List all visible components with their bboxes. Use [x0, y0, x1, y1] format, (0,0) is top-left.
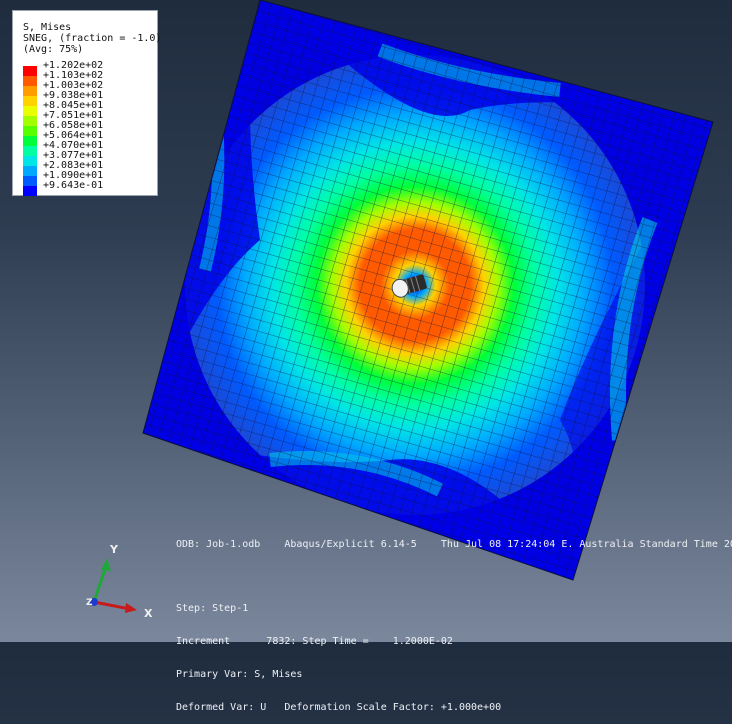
x-axis-arrowhead — [125, 603, 137, 613]
deformed-var-line: Deformed Var: U Deformation Scale Factor… — [176, 702, 502, 713]
legend-swatch — [23, 116, 37, 126]
legend-swatch — [23, 186, 37, 196]
legend-swatch — [23, 166, 37, 176]
x-axis-arrow — [93, 600, 131, 611]
x-axis-label: X — [144, 607, 153, 620]
legend-tick-label: +9.643e-01 — [43, 180, 104, 191]
step-info-block: Step: Step-1 Increment 7832: Step Time =… — [176, 581, 501, 724]
legend-swatch — [23, 136, 37, 146]
y-axis-arrowhead — [101, 558, 111, 571]
y-axis-arrow — [92, 565, 108, 603]
legend-swatch — [23, 106, 37, 116]
legend-averaging: (Avg: 75%) — [23, 44, 84, 55]
legend-swatch — [23, 76, 37, 86]
step-line: Step: Step-1 — [176, 603, 249, 614]
legend-swatch — [23, 156, 37, 166]
view-triad[interactable]: Y X Z — [80, 540, 160, 630]
legend-swatch — [23, 96, 37, 106]
legend-swatch — [23, 176, 37, 186]
legend-swatch — [23, 146, 37, 156]
legend-swatch — [23, 66, 37, 76]
odb-info-line: ODB: Job-1.odb Abaqus/Explicit 6.14-5 Th… — [176, 539, 732, 550]
legend-swatch — [23, 86, 37, 96]
legend-swatch — [23, 126, 37, 136]
z-axis-label: Z — [86, 598, 93, 608]
primary-var-line: Primary Var: S, Mises — [176, 669, 303, 680]
y-axis-label: Y — [109, 543, 119, 556]
contour-legend: S, Mises SNEG, (fraction = -1.0) (Avg: 7… — [12, 10, 161, 196]
